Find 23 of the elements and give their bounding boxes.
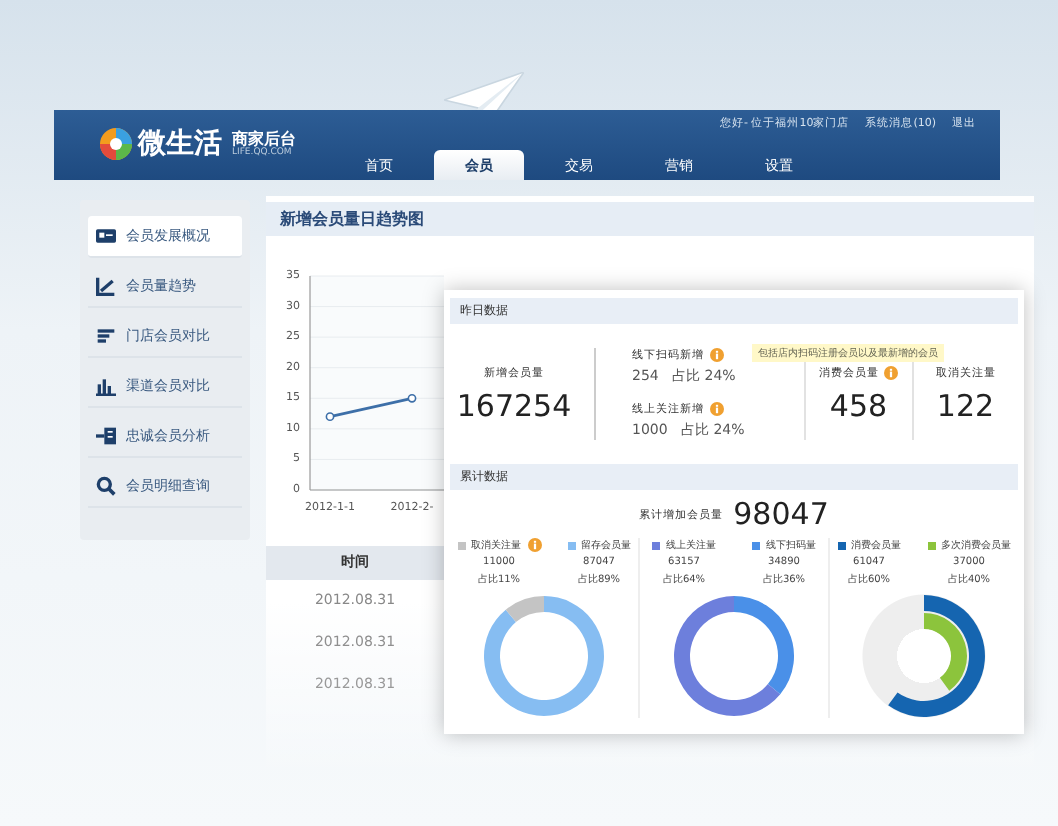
line-series [329, 396, 413, 418]
stat-value: 98047 [733, 496, 829, 532]
info-icon[interactable] [710, 402, 724, 416]
logo-text: 微生活 [138, 126, 222, 162]
info-icon[interactable] [884, 365, 899, 379]
card-icon [96, 226, 116, 246]
x-axis [309, 489, 444, 491]
search-icon [96, 476, 116, 496]
stat-value: 458 [829, 387, 888, 423]
stat-value: 122 [936, 387, 995, 423]
bar-chart-icon [96, 376, 116, 396]
panel-title: 新增会员量日趋势图 [266, 202, 1034, 236]
logo-icon [100, 128, 132, 160]
stat-value: 167254 [456, 387, 572, 423]
logo-subtitle: 商家后台 [232, 129, 296, 147]
data-point [325, 412, 335, 422]
ring-chart-drawing [888, 595, 985, 717]
info-icon[interactable] [710, 348, 724, 362]
bar-list-icon [96, 326, 116, 346]
data-point [407, 393, 417, 403]
line-chart-icon [96, 276, 116, 296]
list-arrow-icon [96, 426, 116, 446]
info-icon[interactable] [527, 538, 541, 552]
